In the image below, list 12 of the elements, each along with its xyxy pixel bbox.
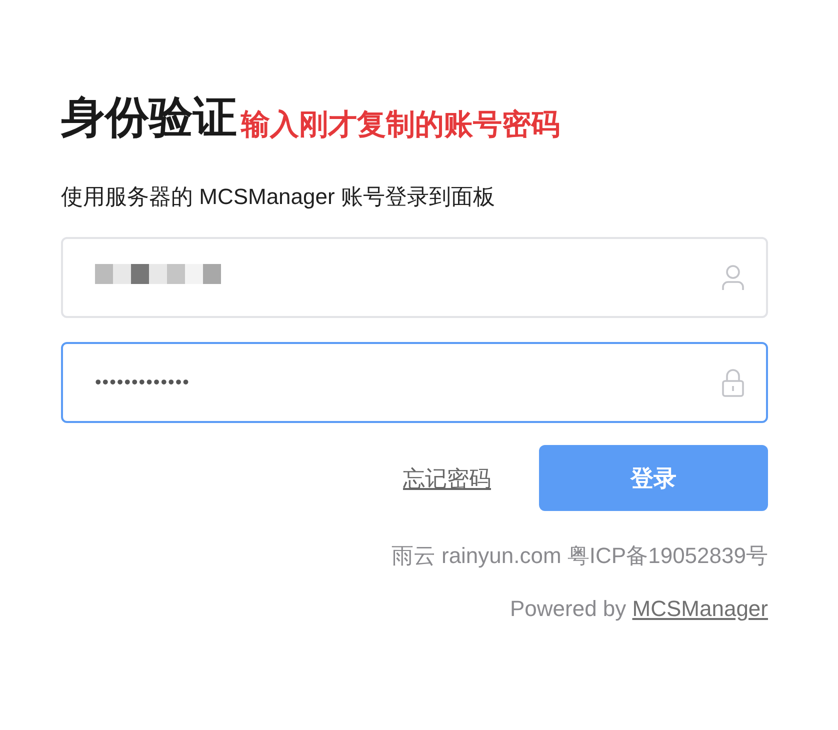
- mcsmanager-link[interactable]: MCSManager: [632, 596, 768, 621]
- lock-icon: [722, 368, 744, 396]
- subtitle: 使用服务器的 MCSManager 账号登录到面板: [61, 183, 496, 211]
- page-title: 身份验证: [61, 96, 237, 140]
- powered-by-text: Powered by: [510, 596, 626, 621]
- password-value: •••••••••••••: [95, 372, 190, 392]
- password-field[interactable]: •••••••••••••: [61, 342, 768, 423]
- forgot-password-link[interactable]: 忘记密码: [403, 462, 491, 494]
- user-icon: [722, 264, 744, 290]
- username-field[interactable]: [61, 237, 768, 318]
- icp-text: 雨云 rainyun.com 粤ICP备19052839号: [391, 543, 768, 568]
- annotation-text: 输入刚才复制的账号密码: [241, 111, 560, 140]
